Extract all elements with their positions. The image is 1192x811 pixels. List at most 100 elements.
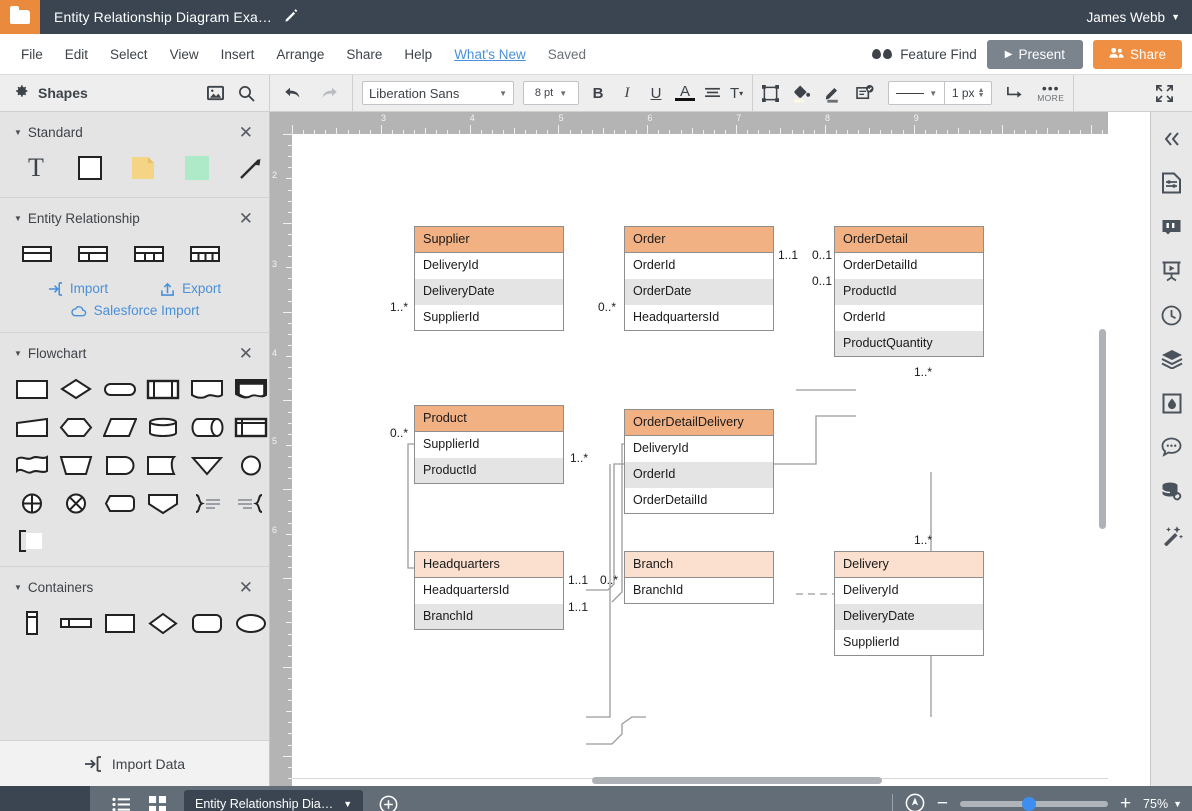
- arrow-shape[interactable]: [233, 153, 269, 183]
- section-header-standard[interactable]: ▼ Standard ✕: [0, 124, 269, 141]
- share-button[interactable]: Share: [1093, 40, 1182, 69]
- canvas-area[interactable]: 3456789 23456: [270, 112, 1150, 786]
- diamond-container-shape[interactable]: [145, 608, 181, 638]
- zoom-in-button[interactable]: +: [1120, 797, 1131, 811]
- menu-file[interactable]: File: [10, 41, 54, 68]
- entity-4-col[interactable]: [186, 239, 224, 269]
- entity-field[interactable]: DeliveryDate: [415, 279, 563, 305]
- presentation-icon[interactable]: [1159, 258, 1185, 284]
- entity-field[interactable]: SupplierId: [415, 432, 563, 458]
- undo-icon[interactable]: [284, 86, 304, 100]
- entity-field[interactable]: ProductId: [415, 458, 563, 483]
- predefined-process-shape[interactable]: [145, 374, 181, 404]
- close-icon[interactable]: ✕: [239, 345, 253, 362]
- decision-shape[interactable]: [58, 374, 94, 404]
- entity-field[interactable]: SupplierId: [835, 630, 983, 655]
- close-icon[interactable]: ✕: [239, 579, 253, 596]
- merge-shape[interactable]: [189, 450, 225, 480]
- display-shape[interactable]: [102, 450, 138, 480]
- entity-1-col[interactable]: [18, 239, 56, 269]
- chat-bubble-icon[interactable]: [1159, 434, 1185, 460]
- list-view-icon[interactable]: [112, 797, 131, 811]
- bold-button[interactable]: B: [588, 85, 608, 102]
- entity-field[interactable]: ProductId: [835, 279, 983, 305]
- menu-edit[interactable]: Edit: [54, 41, 99, 68]
- text-shape[interactable]: T: [18, 153, 54, 183]
- text-color-button[interactable]: A: [675, 85, 695, 101]
- redo-icon[interactable]: [318, 86, 338, 100]
- horizontal-container-shape[interactable]: [58, 608, 94, 638]
- brace-left-shape[interactable]: [233, 488, 269, 518]
- manual-input-shape[interactable]: [14, 412, 50, 442]
- fill-color-icon[interactable]: [792, 84, 811, 103]
- font-size-select[interactable]: 8 pt ▼: [523, 81, 579, 105]
- entity-field[interactable]: ProductQuantity: [835, 331, 983, 356]
- layers-icon[interactable]: [1159, 346, 1185, 372]
- entity-field[interactable]: BranchId: [625, 578, 773, 603]
- line-width-stepper[interactable]: 1 px ▲▼: [944, 81, 992, 105]
- rectangle-container-shape[interactable]: [102, 608, 138, 638]
- user-menu[interactable]: James Webb ▼: [1087, 10, 1180, 25]
- database-shape[interactable]: [145, 412, 181, 442]
- entity-field[interactable]: OrderDate: [625, 279, 773, 305]
- magic-wand-icon[interactable]: [1159, 522, 1185, 548]
- line-style-select[interactable]: ▼: [888, 81, 944, 105]
- feature-find-button[interactable]: Feature Find: [872, 47, 977, 62]
- zoom-slider[interactable]: [960, 801, 1108, 807]
- zoom-out-button[interactable]: −: [937, 797, 948, 811]
- more-options-button[interactable]: ••• MORE: [1037, 84, 1064, 103]
- entity-field[interactable]: OrderId: [835, 305, 983, 331]
- entity-orderdetail[interactable]: OrderDetailOrderDetailIdProductIdOrderId…: [834, 226, 984, 357]
- entity-field[interactable]: BranchId: [415, 604, 563, 629]
- menu-insert[interactable]: Insert: [210, 41, 266, 68]
- entity-2-col[interactable]: [74, 239, 112, 269]
- theme-drop-icon[interactable]: [1159, 390, 1185, 416]
- whats-new-link[interactable]: What's New: [443, 41, 537, 68]
- vertical-container-shape[interactable]: [14, 608, 50, 638]
- align-icon[interactable]: [704, 87, 721, 100]
- entity-field[interactable]: HeadquartersId: [625, 305, 773, 330]
- direct-access-storage-shape[interactable]: [189, 412, 225, 442]
- image-icon[interactable]: [207, 85, 224, 101]
- entity-field[interactable]: OrderDetailId: [625, 488, 773, 513]
- collapse-icon[interactable]: [1159, 126, 1185, 152]
- multidocument-shape[interactable]: [233, 374, 269, 404]
- preparation-shape[interactable]: [58, 412, 94, 442]
- menu-view[interactable]: View: [159, 41, 210, 68]
- entity-field[interactable]: HeadquartersId: [415, 578, 563, 604]
- pencil-icon[interactable]: [284, 8, 299, 26]
- underline-button[interactable]: U: [646, 85, 666, 102]
- entity-branch[interactable]: BranchBranchId: [624, 551, 774, 604]
- horizontal-scrollbar[interactable]: [592, 777, 882, 784]
- rectangle-shape[interactable]: [72, 153, 108, 183]
- zoom-slider-knob[interactable]: [1022, 797, 1036, 811]
- entity-field[interactable]: DeliveryId: [625, 436, 773, 462]
- import-button[interactable]: Import: [48, 281, 108, 296]
- entity-3-col[interactable]: [130, 239, 168, 269]
- sheet-tab[interactable]: Entity Relationship Dia… ▼: [184, 790, 363, 811]
- entity-orderdetaildelivery[interactable]: OrderDetailDeliveryDeliveryIdOrderIdOrde…: [624, 409, 774, 514]
- note-shape[interactable]: [126, 153, 162, 183]
- entity-supplier[interactable]: SupplierDeliveryIdDeliveryDateSupplierId: [414, 226, 564, 331]
- connector-style-icon[interactable]: [1005, 85, 1024, 102]
- search-icon[interactable]: [238, 85, 255, 102]
- entity-field[interactable]: SupplierId: [415, 305, 563, 330]
- extract-shape[interactable]: [145, 488, 181, 518]
- vertical-scrollbar[interactable]: [1099, 329, 1106, 529]
- shape-data-icon[interactable]: [856, 85, 875, 102]
- entity-field[interactable]: DeliveryId: [415, 253, 563, 279]
- entity-field[interactable]: OrderDetailId: [835, 253, 983, 279]
- entity-product[interactable]: ProductSupplierIdProductId: [414, 405, 564, 484]
- entity-order[interactable]: OrderOrderIdOrderDateHeadquartersId: [624, 226, 774, 331]
- menu-select[interactable]: Select: [99, 41, 159, 68]
- plus-circle-icon[interactable]: [379, 795, 398, 811]
- export-button[interactable]: Export: [160, 281, 221, 296]
- section-header-containers[interactable]: ▼ Containers ✕: [0, 579, 269, 596]
- manual-operation-shape[interactable]: [58, 450, 94, 480]
- entity-field[interactable]: DeliveryId: [835, 578, 983, 604]
- present-button[interactable]: ▶ Present: [987, 40, 1083, 69]
- entity-field[interactable]: OrderId: [625, 253, 773, 279]
- rounded-container-shape[interactable]: [189, 608, 225, 638]
- diagram-page[interactable]: SupplierDeliveryIdDeliveryDateSupplierId…: [292, 134, 1108, 779]
- history-clock-icon[interactable]: [1159, 302, 1185, 328]
